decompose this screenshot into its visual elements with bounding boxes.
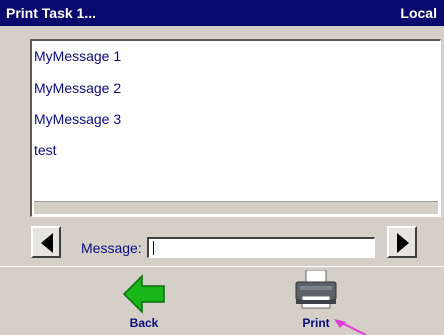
location-label: Local xyxy=(400,5,437,21)
back-label: Back xyxy=(129,316,159,330)
message-input[interactable] xyxy=(147,237,375,258)
previous-button[interactable] xyxy=(31,226,61,258)
horizontal-scrollbar[interactable] xyxy=(34,201,438,214)
title-bar: Print Task 1... Local xyxy=(0,0,444,26)
message-label: Message: xyxy=(81,240,142,256)
list-item[interactable]: MyMessage 3 xyxy=(34,111,121,127)
back-arrow-icon xyxy=(122,274,165,314)
back-button[interactable]: Back xyxy=(104,270,184,332)
divider xyxy=(0,266,444,267)
printer-icon xyxy=(295,270,337,309)
message-list[interactable]: MyMessage 1 MyMessage 2 MyMessage 3 test xyxy=(30,39,441,217)
text-caret xyxy=(153,241,154,255)
mouse-pointer-icon xyxy=(334,319,367,335)
list-item[interactable]: MyMessage 2 xyxy=(34,80,121,96)
left-arrow-icon xyxy=(41,233,53,253)
right-arrow-icon xyxy=(397,233,409,253)
list-item[interactable]: test xyxy=(34,142,57,158)
next-button[interactable] xyxy=(387,226,417,258)
window-title: Print Task 1... xyxy=(6,5,96,21)
list-item[interactable]: MyMessage 1 xyxy=(34,48,121,64)
